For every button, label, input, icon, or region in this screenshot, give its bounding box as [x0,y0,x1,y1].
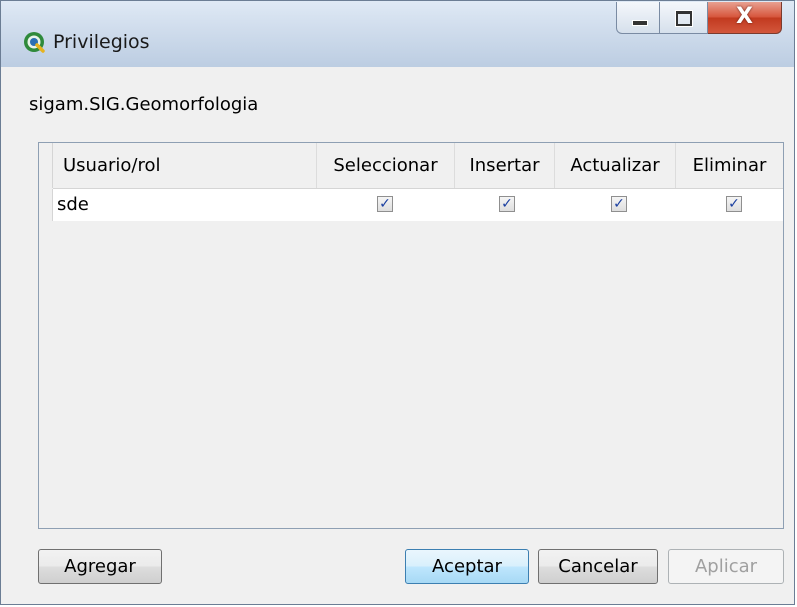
user-cell[interactable]: sde [57,189,89,221]
title-bar[interactable]: Privilegios X [1,1,794,67]
insertar-checkbox[interactable]: ✓ [499,196,515,212]
window-title: Privilegios [53,31,150,53]
column-header-eliminar[interactable]: Eliminar [676,143,783,188]
table-row[interactable]: sde ✓ ✓ ✓ ✓ [39,189,783,221]
grid-header: Usuario/rol Seleccionar Insertar Actuali… [53,143,783,189]
minimize-button[interactable] [616,2,660,34]
maximize-icon [676,11,692,26]
column-header-actualizar[interactable]: Actualizar [555,143,676,188]
cancel-button[interactable]: Cancelar [538,549,658,584]
row-header[interactable] [39,189,53,221]
grid-corner [39,143,53,188]
apply-button[interactable]: Aplicar [668,549,784,584]
object-name-label: sigam.SIG.Geomorfologia [29,94,259,115]
qgis-logo-icon [24,32,45,53]
privileges-dialog: Privilegios X sigam.SIG.Geomorfologia Us… [0,0,795,605]
add-button[interactable]: Agregar [38,549,162,584]
caption-buttons: X [616,2,782,34]
column-header-seleccionar[interactable]: Seleccionar [317,143,455,188]
column-header-usuario-rol[interactable]: Usuario/rol [53,143,317,188]
accept-button[interactable]: Aceptar [405,549,529,584]
seleccionar-checkbox[interactable]: ✓ [377,196,393,212]
eliminar-checkbox[interactable]: ✓ [726,196,742,212]
maximize-button[interactable] [660,2,708,34]
close-icon: X [736,4,753,29]
minimize-icon [632,20,648,26]
column-header-insertar[interactable]: Insertar [455,143,555,188]
privileges-grid[interactable]: Usuario/rol Seleccionar Insertar Actuali… [38,142,784,529]
actualizar-checkbox[interactable]: ✓ [611,196,627,212]
close-button[interactable]: X [708,2,782,34]
